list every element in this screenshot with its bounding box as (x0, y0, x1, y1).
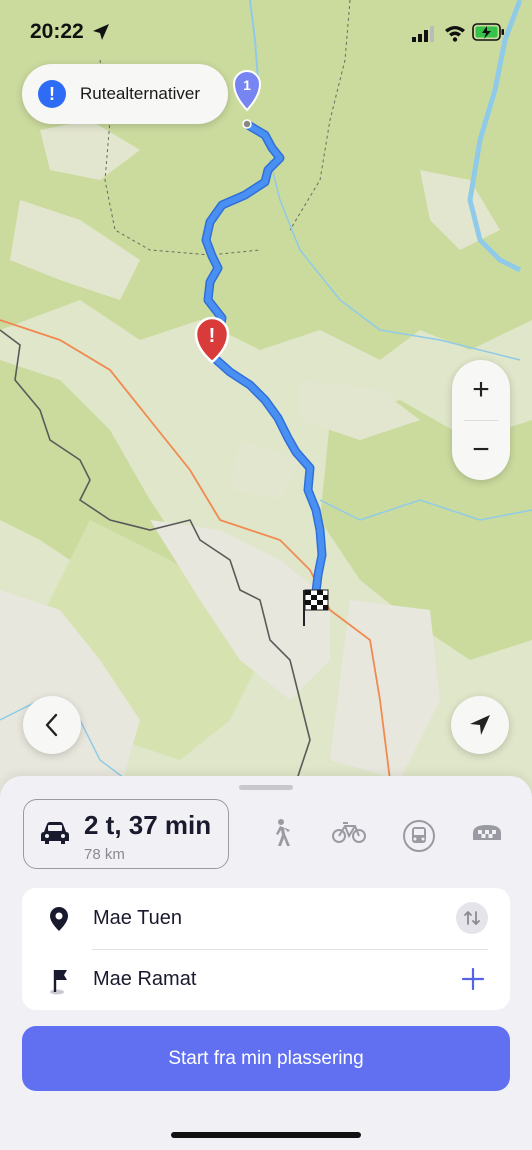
car-icon (41, 822, 69, 844)
to-place: Mae Ramat (93, 968, 197, 990)
destination-flag-icon (50, 970, 67, 995)
to-row[interactable]: Mae Ramat (22, 949, 510, 1010)
zoom-in-button[interactable]: + (452, 360, 510, 420)
cellular-signal-icon (412, 26, 434, 42)
sheet-grabber[interactable] (239, 785, 293, 790)
car-mode-card[interactable]: 2 t, 37 min 78 km (23, 799, 229, 869)
status-time: 20:22 (30, 20, 84, 43)
swap-icon (464, 911, 480, 925)
route-duration: 2 t, 37 min (84, 810, 212, 840)
home-indicator[interactable] (171, 1132, 361, 1138)
route-sheet: 2 t, 37 min 78 km Mae Tuen Mae Ramat Sta… (0, 776, 532, 1150)
start-marker-number: 1 (243, 77, 251, 93)
info-icon: ! (38, 80, 66, 108)
transit-icon[interactable] (402, 820, 436, 852)
plus-icon (461, 967, 485, 991)
bike-icon[interactable] (332, 818, 366, 844)
route-distance: 78 km (84, 846, 125, 863)
add-stop-button[interactable] (458, 964, 488, 994)
swap-route-button[interactable] (456, 902, 488, 934)
zoom-out-button[interactable]: − (452, 420, 510, 480)
route-alternatives-button[interactable]: ! Rutealternativer (22, 64, 228, 124)
battery-charging-icon (472, 23, 504, 41)
from-place: Mae Tuen (93, 907, 182, 929)
location-pin-icon (50, 907, 68, 931)
from-row[interactable]: Mae Tuen (22, 888, 510, 949)
back-button[interactable] (23, 696, 81, 754)
chevron-left-icon (45, 713, 58, 737)
taxi-icon[interactable] (470, 822, 504, 844)
route-alternatives-label: Rutealternativer (80, 84, 201, 103)
zoom-controls: + − (452, 360, 510, 480)
warning-marker-symbol: ! (209, 325, 216, 347)
navigation-arrow-icon (470, 715, 490, 735)
wifi-icon (445, 26, 465, 42)
location-services-icon (93, 24, 109, 40)
status-bar: 20:22 (0, 0, 532, 64)
my-location-button[interactable] (451, 696, 509, 754)
start-navigation-button[interactable]: Start fra min plassering (22, 1026, 510, 1091)
walk-icon[interactable] (268, 818, 292, 848)
route-places: Mae Tuen Mae Ramat (22, 888, 510, 1010)
